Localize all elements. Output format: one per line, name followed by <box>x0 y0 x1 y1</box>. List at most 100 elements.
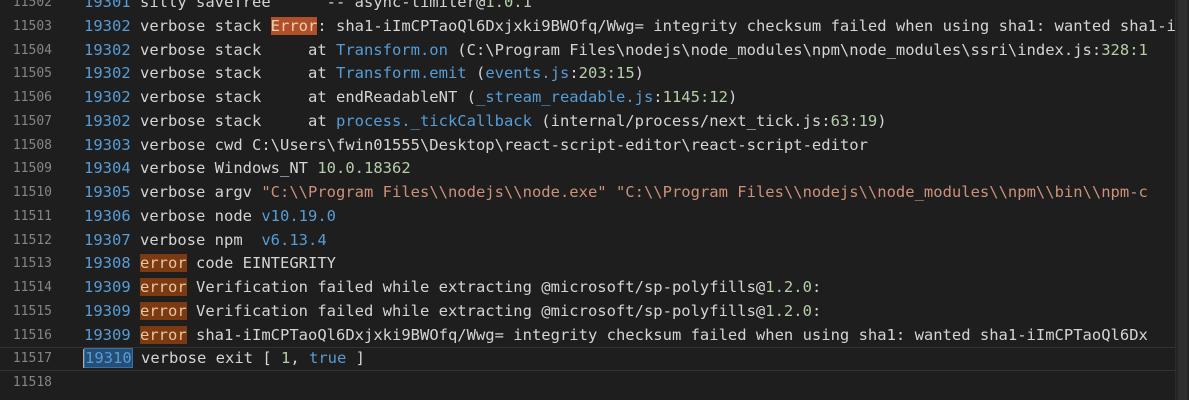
log-text: ) <box>727 88 738 106</box>
log-text: : <box>811 301 822 320</box>
log-text: ] <box>346 349 366 368</box>
code-line[interactable]: 11512 19307 verbose npm v6.13.4 <box>0 229 1176 253</box>
version-number: 1.2.0 <box>765 301 812 320</box>
current-code-line[interactable]: 11517 19310 verbose exit [ 1, true ] <box>0 347 1176 371</box>
log-pid: 19309 <box>84 325 131 344</box>
line-number: 11505 <box>12 66 52 82</box>
log-text: : <box>653 88 663 106</box>
number-literal: 1 <box>281 349 291 368</box>
log-text: : sha1-iImCPTaoQl6Dxjxki9BWOfq/Wwg= inte… <box>317 16 1189 35</box>
code-line[interactable]: 11503 19302 verbose stack Error: sha1-iI… <box>0 15 1189 39</box>
log-text: verbose stack at <box>140 111 336 130</box>
line-content: 19303 verbose cwd C:\Users\fwin01555\Des… <box>84 134 868 158</box>
log-pid: 19305 <box>84 183 131 201</box>
code-editor[interactable]: 11502 19301 silly saveTree -- async-limi… <box>0 0 1189 400</box>
line-number: 11517 <box>12 351 52 367</box>
log-pid: 19306 <box>84 206 131 225</box>
scrollbar-thumb[interactable] <box>1178 0 1187 400</box>
line-number: 11510 <box>12 185 52 200</box>
line-content: 19302 verbose stack Error: sha1-iImCPTao… <box>84 15 1189 39</box>
code-line[interactable]: 11509 19304 verbose Windows_NT 10.0.1836… <box>0 157 1176 181</box>
code-line[interactable]: 11514 19309 error Verification failed wh… <box>0 276 1176 300</box>
source-file: _stream_readable.js <box>475 88 654 106</box>
log-pid: 19302 <box>84 64 131 83</box>
line-content: 19301 silly saveTree -- async-limiter@1.… <box>84 0 532 15</box>
vertical-scrollbar[interactable] <box>1175 0 1189 400</box>
log-text: : <box>569 64 579 83</box>
line-content: 19309 error Verification failed while ex… <box>84 276 821 300</box>
log-text: verbose stack <box>140 16 271 35</box>
log-pid: 19302 <box>84 16 131 35</box>
log-text: Verification failed while extracting @mi… <box>186 301 766 320</box>
line-content: 19302 verbose stack at Transform.emit (e… <box>84 62 644 86</box>
error-word-highlight: Error <box>270 16 318 35</box>
line-content: 19304 verbose Windows_NT 10.0.18362 <box>84 157 411 181</box>
function-name: process._tickCallback <box>335 111 532 130</box>
error-level-badge: error <box>140 254 187 273</box>
log-text: verbose Windows_NT <box>140 159 318 178</box>
log-text: verbose exit [ <box>141 349 281 368</box>
line-number: 11512 <box>12 232 52 248</box>
version-number: 1.0.1 <box>485 0 532 11</box>
string-literal: "C:\\Program Files\\nodejs\\node.exe" <box>261 183 607 201</box>
log-text: : <box>811 278 822 296</box>
line-content: 19307 verbose npm v6.13.4 <box>84 229 327 253</box>
log-pid: 19302 <box>84 88 131 106</box>
line-content: 19309 error sha1-iImCPTaoQl6Dxjxki9BWOfq… <box>84 324 1148 348</box>
log-pid: 19309 <box>84 278 131 296</box>
function-name: Transform.emit <box>335 64 467 83</box>
code-line[interactable]: 11505 19302 verbose stack at Transform.e… <box>0 62 1176 86</box>
error-level-badge: error <box>140 325 187 344</box>
source-position: 1145:12 <box>662 88 728 106</box>
log-text: verbose argv <box>140 183 262 201</box>
line-content: 19302 verbose stack at Transform.on (C:\… <box>84 39 1148 63</box>
code-line[interactable]: 11507 19302 verbose stack at process._ti… <box>0 110 1176 134</box>
code-line[interactable]: 11508 19303 verbose cwd C:\Users\fwin015… <box>0 134 1176 158</box>
line-number: 11509 <box>12 161 52 177</box>
source-position: 328:1 <box>1101 40 1148 59</box>
code-line[interactable]: 11516 19309 error sha1-iImCPTaoQl6Dxjxki… <box>0 324 1176 348</box>
code-line[interactable]: 11518 <box>0 371 1176 395</box>
log-text: , <box>290 349 310 368</box>
version-number: 10.0.18362 <box>317 159 411 178</box>
log-pid: 19304 <box>84 159 131 178</box>
version-number: v6.13.4 <box>261 230 327 249</box>
function-name: Transform.on <box>335 40 448 59</box>
line-content: 19310 verbose exit [ 1, true ] <box>83 347 366 371</box>
source-position: 63:19 <box>830 111 878 130</box>
code-line[interactable]: 11504 19302 verbose stack at Transform.o… <box>0 39 1176 63</box>
version-number: 1.2.0 <box>765 278 812 296</box>
log-text: ) <box>877 111 887 130</box>
log-pid: 19308 <box>84 254 131 273</box>
log-text: (C:\Program Files\nodejs\node_modules\np… <box>447 40 1102 59</box>
line-number: 11515 <box>12 303 52 319</box>
error-level-badge: error <box>140 301 187 320</box>
log-text: Verification failed while extracting @mi… <box>186 278 766 296</box>
code-line[interactable]: 11515 19309 error Verification failed wh… <box>0 300 1176 324</box>
log-text: ) <box>634 64 644 83</box>
code-line[interactable]: 11502 19301 silly saveTree -- async-limi… <box>0 0 1176 15</box>
source-position: 203:15 <box>578 64 635 83</box>
line-number: 11511 <box>12 208 52 224</box>
string-literal: "C:\\Program Files\\nodejs\\node_modules… <box>615 183 1148 201</box>
code-line[interactable]: 11510 19305 verbose argv "C:\\Program Fi… <box>0 181 1176 205</box>
code-line[interactable]: 11511 19306 verbose node v10.19.0 <box>0 205 1176 229</box>
code-line[interactable]: 11513 19308 error code EINTEGRITY <box>0 252 1176 276</box>
line-content: 19309 error Verification failed while ex… <box>84 300 821 324</box>
error-level-badge: error <box>140 278 187 296</box>
version-number: v10.19.0 <box>261 206 336 225</box>
line-content: 19306 verbose node v10.19.0 <box>84 205 336 229</box>
line-number: 11508 <box>12 137 52 153</box>
log-text: verbose cwd C:\Users\fwin01555\Desktop\r… <box>140 135 868 154</box>
line-number: 11507 <box>12 113 52 129</box>
editor-lines: 11502 19301 silly saveTree -- async-limi… <box>0 0 1189 395</box>
log-text: verbose npm <box>140 230 262 249</box>
log-text: ( <box>466 64 486 83</box>
line-number: 11518 <box>12 375 52 390</box>
log-text: silly saveTree -- async-limiter@ <box>140 0 486 11</box>
line-number: 11504 <box>12 42 52 58</box>
log-pid: 19309 <box>84 301 131 320</box>
log-pid: 19307 <box>84 230 131 249</box>
code-line[interactable]: 11506 19302 verbose stack at endReadable… <box>0 86 1176 110</box>
